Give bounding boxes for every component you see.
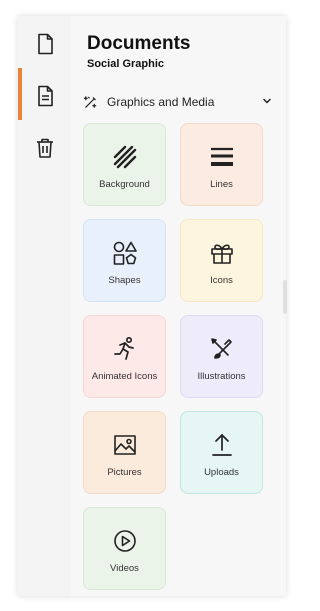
tile-label: Background bbox=[99, 179, 150, 190]
tile-icons[interactable]: Icons bbox=[180, 219, 263, 302]
wand-sparkle-icon bbox=[83, 95, 97, 108]
section-label: Graphics and Media bbox=[107, 95, 215, 109]
tile-label: Animated Icons bbox=[91, 371, 158, 382]
play-circle-icon bbox=[113, 530, 136, 552]
tile-lines[interactable]: Lines bbox=[180, 123, 263, 206]
tile-animated-icons[interactable]: Animated Icons bbox=[83, 315, 166, 398]
document-text-icon bbox=[37, 85, 53, 107]
upload-icon bbox=[211, 434, 232, 456]
image-icon bbox=[113, 435, 136, 455]
tile-background[interactable]: Background bbox=[83, 123, 166, 206]
graphics-media-section-toggle[interactable]: Graphics and Media bbox=[83, 92, 273, 112]
pen-brush-icon bbox=[210, 338, 232, 359]
gift-icon bbox=[210, 244, 233, 264]
panel-resize-handle[interactable] bbox=[283, 280, 287, 314]
tile-pictures[interactable]: Pictures bbox=[83, 411, 166, 494]
tile-label: Icons bbox=[210, 275, 233, 286]
rail-document-button[interactable] bbox=[18, 68, 71, 120]
rail-file-button[interactable] bbox=[18, 22, 71, 66]
shapes-icon bbox=[113, 241, 137, 265]
rail-trash-button[interactable] bbox=[18, 126, 71, 170]
chevron-down-icon bbox=[263, 98, 271, 104]
sidebar-panel: Documents Social Graphic Graphics and Me… bbox=[18, 16, 286, 596]
tile-label: Pictures bbox=[107, 467, 142, 478]
tile-label: Illustrations bbox=[197, 371, 246, 382]
icon-rail bbox=[18, 16, 71, 596]
tile-shapes[interactable]: Shapes bbox=[83, 219, 166, 302]
tile-label: Lines bbox=[210, 179, 233, 190]
trash-icon bbox=[36, 138, 53, 158]
tile-label: Videos bbox=[110, 563, 139, 574]
tile-label: Uploads bbox=[204, 467, 239, 478]
page-title: Documents bbox=[87, 33, 191, 54]
file-icon bbox=[37, 33, 53, 55]
lines-icon bbox=[210, 147, 233, 166]
tile-label: Shapes bbox=[108, 275, 141, 286]
running-icon bbox=[113, 336, 134, 360]
graphics-panel: Documents Social Graphic Graphics and Me… bbox=[71, 16, 286, 596]
tile-illustrations[interactable]: Illustrations bbox=[180, 315, 263, 398]
hatch-icon bbox=[113, 145, 136, 169]
page-subtitle: Social Graphic bbox=[87, 58, 165, 70]
tile-videos[interactable]: Videos bbox=[83, 507, 166, 590]
tile-uploads[interactable]: Uploads bbox=[180, 411, 263, 494]
